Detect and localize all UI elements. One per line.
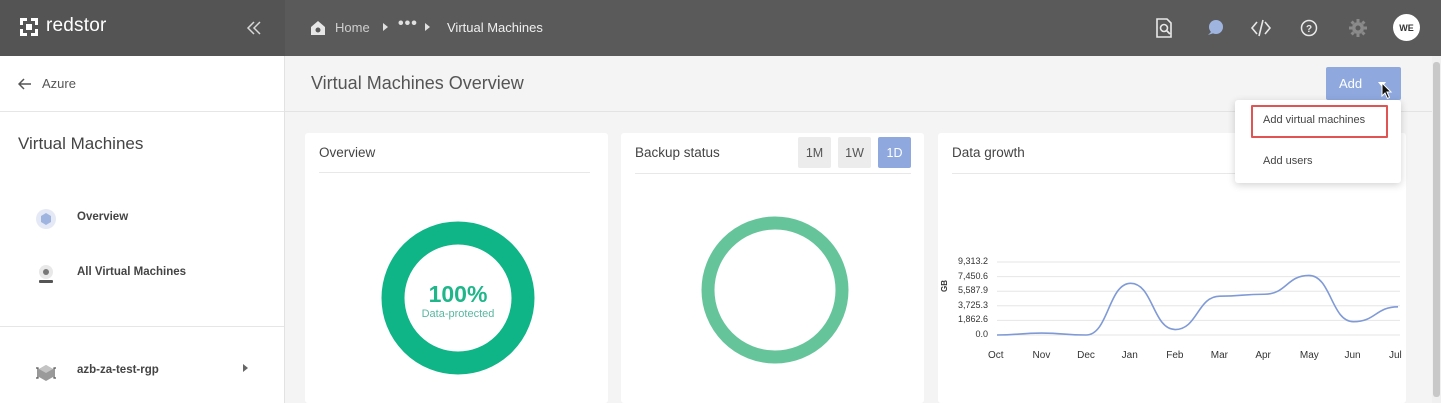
mouse-cursor-icon <box>1381 82 1393 100</box>
sidebar-item-label: All Virtual Machines <box>77 266 187 278</box>
scrollbar[interactable] <box>1432 56 1441 403</box>
app-logo-text: redstor <box>46 15 107 36</box>
y-tick-label: 1,862.6 <box>957 314 988 325</box>
sidebar-divider <box>0 326 284 327</box>
overview-icon <box>36 209 56 229</box>
y-tick-label: 5,587.9 <box>957 285 988 296</box>
x-tick-label: Feb <box>1166 350 1184 361</box>
back-link[interactable]: Azure <box>0 56 284 112</box>
card-title: Overview <box>319 145 376 160</box>
backup-status-donut-chart <box>701 216 849 364</box>
x-tick-label: May <box>1299 350 1319 361</box>
chevron-right-icon <box>425 23 430 31</box>
home-icon[interactable] <box>309 19 327 37</box>
sidebar-item-resource-group[interactable]: azb-za-test-rgp <box>0 352 284 392</box>
card-title: Data growth <box>952 145 1025 160</box>
protected-label: Data-protected <box>421 308 495 320</box>
sidebar-item-overview[interactable]: Overview <box>0 199 284 239</box>
collapse-sidebar-icon[interactable] <box>245 19 263 37</box>
breadcrumb-home[interactable]: Home <box>335 20 370 35</box>
sidebar-item-all-virtual-machines[interactable]: All Virtual Machines <box>0 254 284 294</box>
y-tick-label: 3,725.3 <box>957 299 988 310</box>
sidebar: Azure Virtual Machines Overview All Virt… <box>0 56 285 403</box>
x-tick-label: Jul <box>1389 350 1402 361</box>
y-tick-label: 7,450.6 <box>957 270 988 281</box>
code-icon[interactable] <box>1250 17 1272 39</box>
menu-item-add-users[interactable]: Add users <box>1235 146 1401 176</box>
y-tick-label: 9,313.2 <box>957 256 988 266</box>
breadcrumb-ellipsis[interactable]: ••• <box>398 15 418 33</box>
resource-group-icon <box>36 365 56 381</box>
chevron-right-icon <box>243 364 248 372</box>
range-1d-button[interactable]: 1D <box>878 137 911 168</box>
x-tick-label: Mar <box>1210 350 1228 361</box>
add-dropdown-menu: Add virtual machines Add users <box>1235 100 1401 183</box>
sidebar-title: Virtual Machines <box>18 134 144 153</box>
brand-area: redstor <box>0 0 285 56</box>
card-title: Backup status <box>635 145 720 160</box>
x-tick-label: Dec <box>1077 350 1095 361</box>
svg-text:?: ? <box>1306 24 1312 35</box>
sidebar-item-label: Overview <box>77 211 129 223</box>
search-document-icon[interactable] <box>1153 17 1175 39</box>
range-1w-button[interactable]: 1W <box>838 137 871 168</box>
redstor-logo-icon <box>20 18 38 36</box>
y-tick-label: 0.0 <box>975 329 988 339</box>
chat-icon[interactable] <box>1204 17 1226 39</box>
x-tick-label: Apr <box>1255 350 1271 361</box>
add-button-label: Add <box>1339 76 1363 91</box>
series-line <box>996 274 1399 336</box>
back-label: Azure <box>42 76 76 91</box>
card-divider <box>319 172 590 173</box>
protected-percent: 100% <box>428 281 488 307</box>
virtual-machine-icon <box>39 265 53 283</box>
range-1m-button[interactable]: 1M <box>798 137 831 168</box>
data-growth-line-chart <box>996 261 1400 336</box>
chevron-right-icon <box>383 23 388 31</box>
x-tick-label: Oct <box>988 350 1004 361</box>
scrollbar-thumb[interactable] <box>1433 62 1440 397</box>
card-divider <box>635 173 911 174</box>
page-title: Virtual Machines Overview <box>311 73 524 93</box>
x-tick-label: Jan <box>1121 350 1138 361</box>
gear-icon[interactable] <box>1347 17 1369 39</box>
top-bar: redstor Home ••• Virtual Machines ? WE <box>0 0 1441 56</box>
x-tick-label: Jun <box>1344 350 1361 361</box>
breadcrumb-current: Virtual Machines <box>447 20 543 35</box>
help-icon[interactable]: ? <box>1298 17 1320 39</box>
user-avatar[interactable]: WE <box>1393 14 1420 41</box>
highlight-box <box>1251 105 1388 138</box>
x-tick-label: Nov <box>1032 350 1051 361</box>
menu-item-label: Add users <box>1263 155 1313 167</box>
sidebar-item-label: azb-za-test-rgp <box>77 364 159 376</box>
arrow-left-icon <box>18 78 31 90</box>
